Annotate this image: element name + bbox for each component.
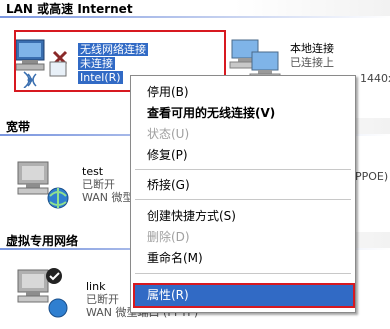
annotation-highlight-properties [133,283,355,308]
connection-link-name: link [86,280,106,293]
connection-link-status: 已断开 [86,293,119,306]
menu-separator [135,169,351,170]
menu-item-create-shortcut[interactable]: 创建快捷方式(S) [133,206,353,227]
menu-item-view-wireless[interactable]: 查看可用的无线连接(V) [133,103,353,124]
connection-test[interactable]: test 已断开 WAN 微型 [14,158,134,214]
section-title: 虚拟专用网络 [6,234,79,248]
menu-item-delete[interactable]: 删除(D) [133,227,353,248]
menu-item-status[interactable]: 状态(U) [133,124,353,145]
vpn-connection-icon [17,268,68,318]
menu-item-bridge[interactable]: 桥接(G) [133,175,353,196]
connection-test-device: WAN 微型 [82,191,134,204]
menu-item-repair[interactable]: 修复(P) [133,145,353,166]
divider [0,16,390,18]
section-header-lan: LAN 或高速 Internet [0,0,390,18]
menu-separator [135,273,351,274]
connection-local-device-partial: 1440x [360,72,390,85]
connection-test-status: 已断开 [82,178,115,191]
menu-item-disable[interactable]: 停用(B) [133,82,353,103]
connection-test-device-partial: PPOE) [355,170,389,183]
menu-separator [135,199,351,200]
context-menu: 停用(B) 查看可用的无线连接(V) 状态(U) 修复(P) 桥接(G) 创建快… [130,75,356,313]
connection-test-name: test [82,165,104,178]
section-title: 宽带 [6,120,31,134]
menu-item-rename[interactable]: 重命名(M) [133,248,353,269]
connection-local-name: 本地连接 [290,42,334,55]
connection-local-status: 已连接上 [290,56,334,69]
section-title: LAN 或高速 Internet [6,2,133,16]
broadband-connection-icon [17,161,69,209]
